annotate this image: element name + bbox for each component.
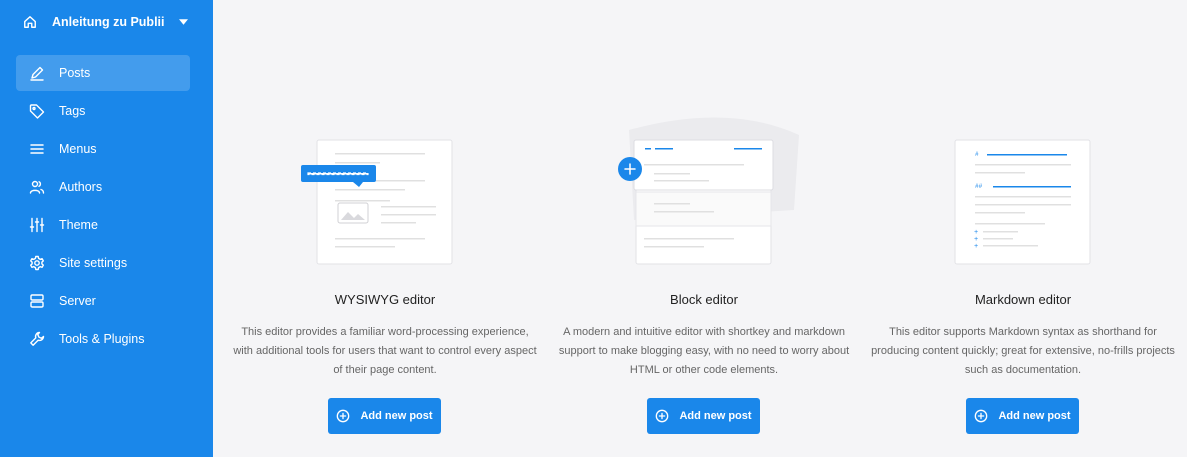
users-icon [29, 180, 45, 194]
site-name: Anleitung zu Publii [52, 15, 165, 29]
gear-icon [30, 255, 44, 271]
svg-text:##: ## [975, 183, 983, 190]
editor-chooser: WYSIWYG editor This editor provides a fa… [213, 0, 1187, 457]
editor-description: A modern and intuitive editor with short… [558, 326, 850, 376]
sidebar-item-tags[interactable]: Tags [16, 93, 190, 129]
sidebar-item-label: Authors [59, 180, 103, 194]
sidebar-item-server[interactable]: Server [16, 283, 190, 319]
sidebar-item-label: Tags [59, 104, 86, 118]
sidebar-item-site-settings[interactable]: Site settings [16, 245, 190, 281]
wrench-icon [30, 331, 45, 346]
menu-icon [30, 144, 44, 154]
sidebar-item-menus[interactable]: Menus [16, 131, 190, 167]
sidebar-item-tools-plugins[interactable]: Tools & Plugins [16, 321, 190, 357]
sidebar-item-label: Posts [59, 66, 91, 80]
site-switcher[interactable]: Anleitung zu Publii [23, 12, 188, 32]
add-new-post-button[interactable]: Add new post [647, 398, 760, 434]
svg-text:#: # [975, 151, 979, 158]
sliders-icon [29, 217, 45, 233]
svg-text:+: + [974, 243, 978, 251]
add-new-post-label: Add new post [679, 410, 752, 422]
sidebar: Anleitung zu Publii Posts Tags Menus Aut… [0, 0, 213, 457]
sidebar-item-authors[interactable]: Authors [16, 169, 190, 205]
block-editor-card: Block editor A modern and intuitive edit… [544, 0, 864, 457]
sidebar-item-posts[interactable]: Posts [16, 55, 190, 91]
plus-circle-icon [656, 409, 669, 423]
add-new-post-button[interactable]: Add new post [966, 398, 1079, 434]
wysiwyg-editor-card: WYSIWYG editor This editor provides a fa… [225, 0, 545, 457]
editor-description: This editor supports Markdown syntax as … [871, 326, 1175, 376]
tag-icon [29, 104, 45, 119]
plus-circle-icon [337, 409, 350, 423]
server-icon [30, 294, 44, 308]
markdown-editor-card: # ## + + + Markdown editor This editor s… [863, 0, 1183, 457]
add-new-post-label: Add new post [998, 410, 1071, 422]
sidebar-item-label: Tools & Plugins [59, 332, 145, 346]
editor-description: This editor provides a familiar word-pro… [233, 326, 537, 376]
sidebar-item-theme[interactable]: Theme [16, 207, 190, 243]
plus-circle-icon [975, 409, 988, 423]
editor-title: Markdown editor [974, 292, 1072, 307]
sidebar-item-label: Site settings [59, 256, 128, 270]
editor-title: Block editor [670, 292, 738, 307]
block-editor-illustration [618, 117, 799, 265]
markdown-illustration: # ## + + + [954, 139, 1091, 265]
home-icon [24, 16, 36, 28]
editor-title: WYSIWYG editor [334, 292, 436, 307]
pencil-icon [30, 66, 44, 81]
chevron-down-icon [178, 19, 188, 25]
main-nav: Posts Tags Menus Authors Theme Site sett… [16, 55, 190, 359]
add-new-post-button[interactable]: Add new post [328, 398, 441, 434]
sidebar-item-label: Server [59, 294, 96, 308]
add-new-post-label: Add new post [360, 410, 433, 422]
wysiwyg-illustration [301, 139, 453, 265]
sidebar-item-label: Menus [59, 142, 97, 156]
sidebar-item-label: Theme [59, 218, 98, 232]
